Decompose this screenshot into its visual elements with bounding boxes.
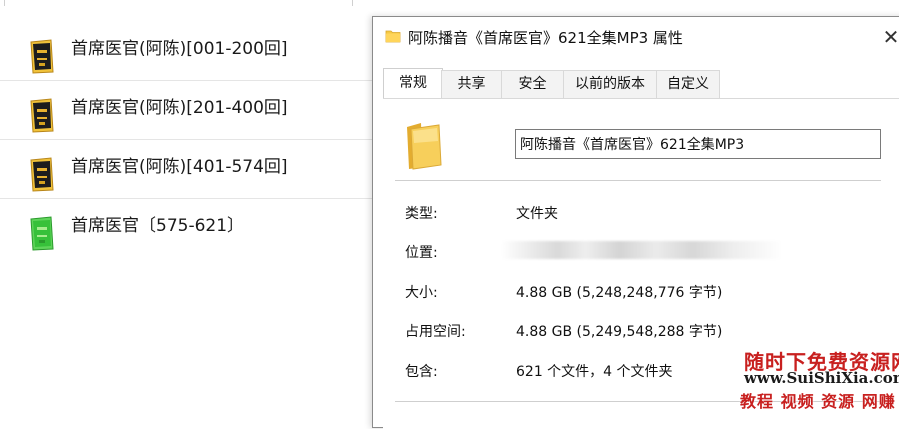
dialog-titlebar[interactable]: 阿陈播音《首席医官》621全集MP3 属性 ✕ — [373, 17, 899, 57]
folder-name-input[interactable] — [515, 129, 881, 159]
location-label: 位置: — [405, 245, 438, 261]
size-label: 大小: — [405, 285, 438, 301]
book-folder-icon — [30, 39, 54, 74]
file-name[interactable]: 首席医官(阿陈)[401-574回] — [71, 152, 288, 177]
watermark-tagline: 教程 视频 资源 网赚 — [740, 392, 896, 411]
tab-security[interactable]: 安全 — [501, 70, 564, 98]
file-name[interactable]: 首席医官(阿陈)[201-400回] — [71, 93, 288, 118]
size-on-disk-label: 占用空间: — [405, 324, 466, 340]
tab-previous-versions[interactable]: 以前的版本 — [563, 70, 657, 98]
size-on-disk-value: 4.88 GB (5,249,548,288 字节) — [516, 324, 723, 340]
tab-customize[interactable]: 自定义 — [656, 70, 720, 98]
close-button[interactable]: ✕ — [879, 25, 899, 49]
type-value: 文件夹 — [516, 206, 558, 222]
divider — [395, 180, 881, 181]
dialog-title: 阿陈播音《首席医官》621全集MP3 属性 — [408, 29, 683, 47]
green-folder-icon — [30, 216, 54, 251]
contains-label: 包含: — [405, 364, 438, 380]
column-divider[interactable] — [352, 0, 353, 6]
file-name[interactable]: 首席医官〔575-621〕 — [71, 211, 244, 236]
file-row[interactable]: 首席医官(阿陈)[401-574回] — [0, 140, 372, 199]
size-value: 4.88 GB (5,248,248,776 字节) — [516, 285, 723, 301]
tab-general[interactable]: 常规 — [383, 68, 443, 98]
file-explorer-list: 首席医官(阿陈)[001-200回] 首席医官(阿陈)[201-400回] 首席… — [0, 0, 372, 409]
location-blurred — [501, 241, 783, 259]
book-folder-icon — [30, 98, 54, 133]
file-row[interactable]: 首席医官(阿陈)[001-200回] — [0, 22, 372, 81]
column-header-strip — [0, 0, 372, 6]
large-folder-icon — [407, 123, 442, 170]
contains-value: 621 个文件，4 个文件夹 — [516, 364, 673, 380]
column-divider[interactable] — [4, 0, 5, 6]
site-watermark: 随时下免费资源网 www.SuiShiXia.com 教程 视频 资源 网赚 — [738, 346, 899, 411]
file-row[interactable]: 首席医官(阿陈)[201-400回] — [0, 81, 372, 140]
file-name[interactable]: 首席医官(阿陈)[001-200回] — [71, 34, 288, 59]
type-label: 类型: — [405, 206, 438, 222]
watermark-url: www.SuiShiXia.com — [744, 369, 899, 387]
book-folder-icon — [30, 157, 54, 192]
folder-icon — [385, 30, 401, 43]
file-row[interactable]: 首席医官〔575-621〕 — [0, 199, 372, 257]
tab-sharing[interactable]: 共享 — [441, 70, 502, 98]
